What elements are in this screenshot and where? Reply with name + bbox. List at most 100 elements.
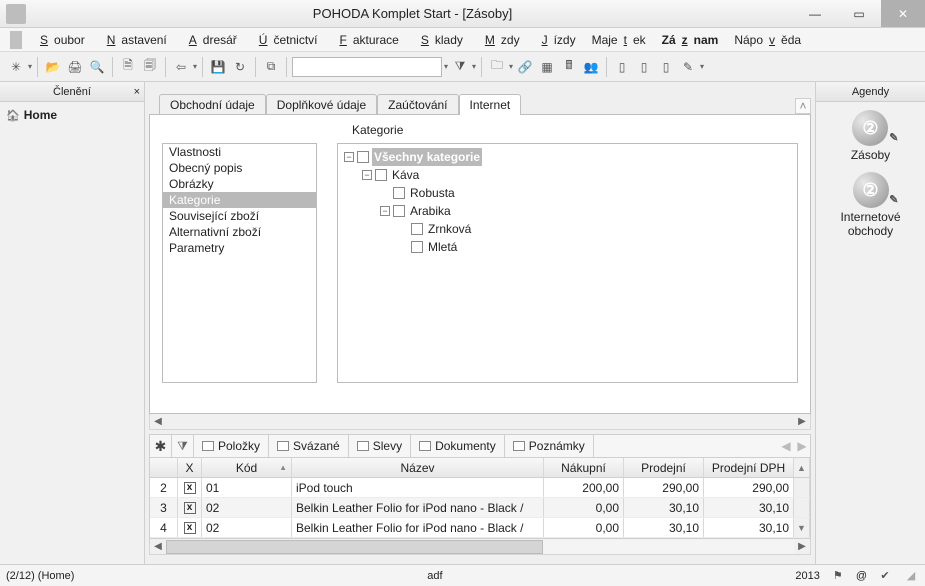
tree-root[interactable]: − Všechny kategorie bbox=[344, 148, 791, 166]
print-icon[interactable]: 🖨 bbox=[65, 57, 85, 77]
menu-nastaveni[interactable]: Nastavení bbox=[95, 31, 173, 49]
search-field[interactable] bbox=[292, 57, 442, 77]
tree-root-checkbox[interactable] bbox=[357, 151, 369, 163]
back-icon[interactable]: ⇦ bbox=[171, 57, 191, 77]
tree-mleta[interactable]: Mletá bbox=[344, 238, 791, 256]
tabs-scroll-up-icon[interactable]: ˄ bbox=[795, 98, 811, 114]
col-prodejni[interactable]: Prodejní bbox=[624, 458, 704, 477]
sidelist-obecny-popis[interactable]: Obecný popis bbox=[163, 160, 316, 176]
status-check-icon[interactable]: ✔ bbox=[877, 569, 893, 582]
refresh-icon[interactable]: ↻ bbox=[230, 57, 250, 77]
col-kod[interactable]: Kód bbox=[202, 458, 292, 477]
menu-sklady[interactable]: Sklady bbox=[409, 31, 469, 49]
copy-icon[interactable]: ⧉ bbox=[261, 57, 281, 77]
cell-x[interactable]: x bbox=[178, 498, 202, 517]
col-prodejnidph[interactable]: Prodejní DPH bbox=[704, 458, 794, 477]
save-icon[interactable]: 💾 bbox=[208, 57, 228, 77]
grid-vscroll-track[interactable] bbox=[794, 478, 810, 497]
col-nazev[interactable]: Název bbox=[292, 458, 544, 477]
sidelist-parametry[interactable]: Parametry bbox=[163, 240, 316, 256]
open-icon[interactable]: 📂 bbox=[43, 57, 63, 77]
subtab-next-icon[interactable]: ▶ bbox=[794, 439, 810, 453]
tree-collapse-icon[interactable]: − bbox=[344, 152, 354, 162]
menu-mzdy[interactable]: Mzdy bbox=[473, 31, 526, 49]
agenda-zasoby[interactable]: ②✎ Zásoby bbox=[851, 110, 890, 162]
grid-vscroll-up-icon[interactable]: ▲ bbox=[794, 458, 810, 477]
col-rownum[interactable] bbox=[150, 458, 178, 477]
tab-doplnkove[interactable]: Doplňkové údaje bbox=[266, 94, 377, 115]
link-icon[interactable]: 🔗 bbox=[515, 57, 535, 77]
folder-icon[interactable]: 🗀 bbox=[487, 57, 507, 77]
tool-icon[interactable]: ✎ bbox=[678, 57, 698, 77]
menu-zaznam[interactable]: Záznam bbox=[656, 31, 725, 49]
people-icon[interactable]: 👥 bbox=[581, 57, 601, 77]
tree-collapse-icon[interactable]: − bbox=[362, 170, 372, 180]
calc-icon[interactable]: 🖩 bbox=[559, 57, 579, 77]
panel2-icon[interactable]: ▯ bbox=[634, 57, 654, 77]
table-row[interactable]: 3 x 02 Belkin Leather Folio for iPod nan… bbox=[150, 498, 810, 518]
sidelist-vlastnosti[interactable]: Vlastnosti bbox=[163, 144, 316, 160]
subtab-prev-icon[interactable]: ◀ bbox=[778, 439, 794, 453]
subtab-polozky[interactable]: Položky bbox=[194, 435, 269, 457]
grid-vscroll-track[interactable] bbox=[794, 498, 810, 517]
menu-jizdy[interactable]: Jízdy bbox=[530, 31, 582, 49]
tree-checkbox[interactable] bbox=[393, 187, 405, 199]
cell-x[interactable]: x bbox=[178, 478, 202, 497]
copy-doc-icon[interactable]: 🗐 bbox=[140, 57, 160, 77]
tree-zrnkova[interactable]: Zrnková bbox=[344, 220, 791, 238]
sidebar-home[interactable]: Home bbox=[6, 108, 138, 122]
mainpane-hscroll[interactable]: ◀ ▶ bbox=[149, 414, 811, 430]
subtab-star[interactable]: ✱ bbox=[150, 435, 172, 457]
agenda-internetove-obchody[interactable]: ②✎ Internetové obchody bbox=[820, 172, 921, 238]
tab-obchodni[interactable]: Obchodní údaje bbox=[159, 94, 266, 115]
tree-checkbox[interactable] bbox=[393, 205, 405, 217]
grid-icon[interactable]: ▦ bbox=[537, 57, 557, 77]
subtab-dokumenty[interactable]: Dokumenty bbox=[411, 435, 505, 457]
sidelist-kategorie[interactable]: Kategorie bbox=[163, 192, 316, 208]
scroll-right-icon[interactable]: ▶ bbox=[794, 541, 810, 552]
tree-checkbox[interactable] bbox=[375, 169, 387, 181]
grid-hscroll[interactable]: ◀ ▶ bbox=[149, 539, 811, 555]
tree-kava[interactable]: − Káva bbox=[344, 166, 791, 184]
menu-adresar[interactable]: Adresář bbox=[177, 31, 243, 49]
table-row[interactable]: 2 x 01 iPod touch 200,00 290,00 290,00 bbox=[150, 478, 810, 498]
subtab-slevy[interactable]: Slevy bbox=[349, 435, 411, 457]
subtab-poznamky[interactable]: Poznámky bbox=[505, 435, 594, 457]
tab-internet[interactable]: Internet bbox=[459, 94, 522, 115]
col-nakupni[interactable]: Nákupní bbox=[544, 458, 624, 477]
panel1-icon[interactable]: ▯ bbox=[612, 57, 632, 77]
scroll-right-icon[interactable]: ▶ bbox=[794, 416, 810, 427]
sidelist-alternativni[interactable]: Alternativní zboží bbox=[163, 224, 316, 240]
tree-checkbox[interactable] bbox=[411, 241, 423, 253]
scroll-thumb[interactable] bbox=[166, 540, 543, 554]
table-row[interactable]: 4 x 02 Belkin Leather Folio for iPod nan… bbox=[150, 518, 810, 538]
panel3-icon[interactable]: ▯ bbox=[656, 57, 676, 77]
status-resize-grip-icon[interactable]: ◢ bbox=[903, 569, 919, 582]
tab-zauctovani[interactable]: Zaúčtování bbox=[377, 94, 458, 115]
col-x[interactable]: X bbox=[178, 458, 202, 477]
status-flag-icon[interactable]: ⚑ bbox=[830, 569, 846, 582]
preview-icon[interactable]: 🔍 bbox=[87, 57, 107, 77]
menu-majetek[interactable]: Majetek bbox=[586, 31, 652, 49]
close-button[interactable]: ✕ bbox=[881, 0, 925, 27]
tree-collapse-icon[interactable]: − bbox=[380, 206, 390, 216]
tree-arabika[interactable]: − Arabika bbox=[344, 202, 791, 220]
tree-robusta[interactable]: Robusta bbox=[344, 184, 791, 202]
menu-napoveda[interactable]: Nápověda bbox=[728, 31, 807, 49]
new-icon[interactable]: ✳ bbox=[6, 57, 26, 77]
new-doc-icon[interactable]: 🗎 bbox=[118, 57, 138, 77]
subtab-filter-icon[interactable]: ⧩ bbox=[172, 435, 194, 457]
tree-checkbox[interactable] bbox=[411, 223, 423, 235]
sidelist-souvisejici[interactable]: Související zboží bbox=[163, 208, 316, 224]
left-panel-close-icon[interactable]: × bbox=[134, 86, 140, 98]
sidelist-obrazky[interactable]: Obrázky bbox=[163, 176, 316, 192]
menu-ucetnictvi[interactable]: Účetnictví bbox=[247, 31, 324, 49]
cell-x[interactable]: x bbox=[178, 518, 202, 537]
filter-icon[interactable]: ⧩ bbox=[450, 57, 470, 77]
scroll-left-icon[interactable]: ◀ bbox=[150, 541, 166, 552]
menu-fakturace[interactable]: Fakturace bbox=[327, 31, 404, 49]
maximize-button[interactable]: ▭ bbox=[837, 0, 881, 27]
minimize-button[interactable]: — bbox=[793, 0, 837, 27]
grid-vscroll-down-icon[interactable]: ▼ bbox=[794, 518, 810, 537]
subtab-svazane[interactable]: Svázané bbox=[269, 435, 349, 457]
